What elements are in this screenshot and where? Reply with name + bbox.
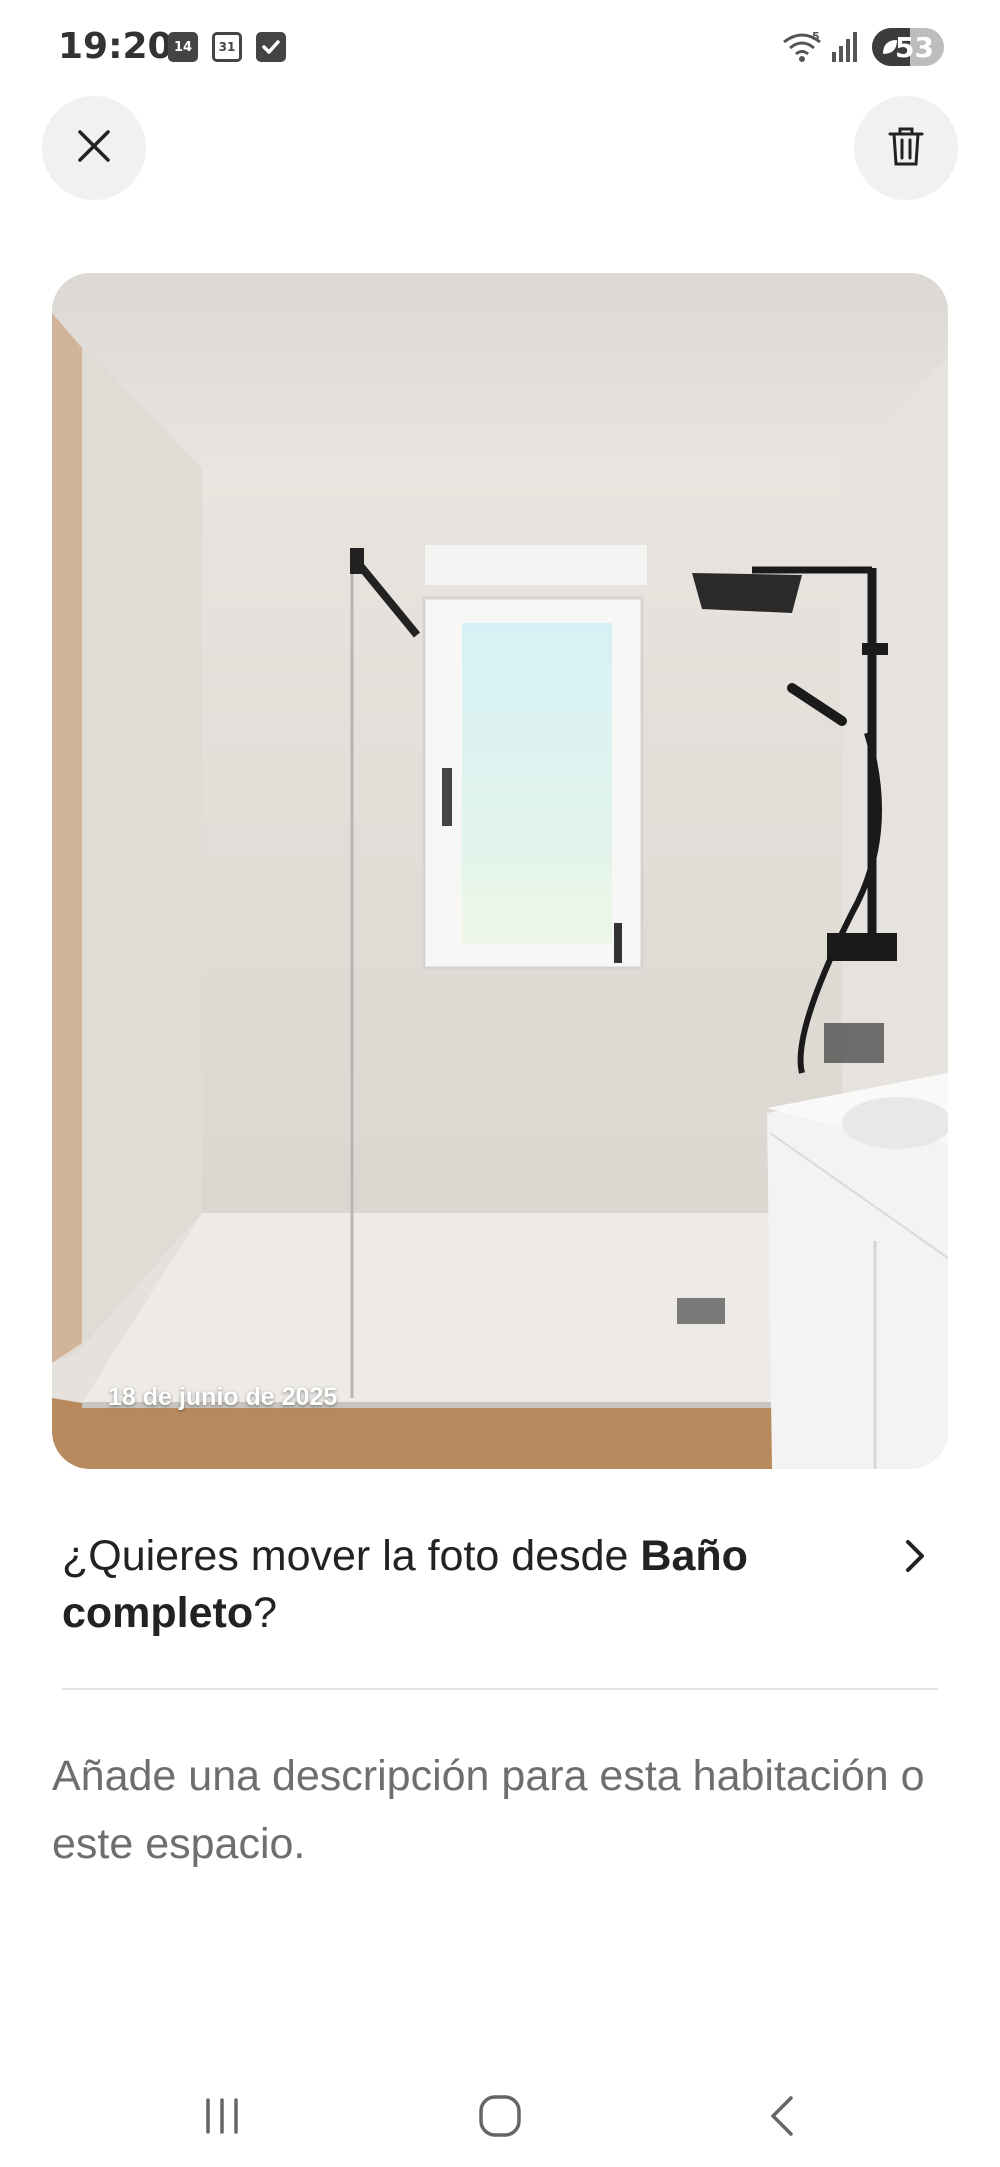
move-prompt-prefix: ¿Quieres mover la foto desde	[62, 1532, 641, 1580]
recents-button[interactable]	[182, 2078, 262, 2158]
photo-date-stamp: 18 de junio de 2025	[108, 1383, 338, 1411]
back-icon	[765, 2094, 799, 2143]
move-photo-row[interactable]: ¿Quieres mover la foto desde Baño comple…	[62, 1528, 938, 1648]
close-button[interactable]	[42, 96, 146, 200]
svg-text:5: 5	[812, 30, 820, 43]
calendar-31-icon: 31	[212, 32, 242, 62]
description-field[interactable]: Añade una descripción para esta habitaci…	[52, 1742, 952, 1878]
status-bar: 19:20 14 31 5 53	[0, 0, 1000, 96]
battery-percentage: 53	[895, 31, 934, 64]
status-time: 19:20	[58, 26, 173, 67]
navigation-bar	[0, 2060, 1000, 2167]
back-button[interactable]	[742, 2078, 822, 2158]
wifi-icon: 5	[782, 30, 822, 69]
bathroom-image	[52, 273, 948, 1469]
home-button[interactable]	[460, 2078, 540, 2158]
home-icon	[477, 2093, 523, 2144]
checkbox-icon	[256, 32, 286, 62]
move-prompt-suffix: ?	[253, 1589, 278, 1637]
signal-icon	[830, 30, 860, 69]
delete-button[interactable]	[854, 96, 958, 200]
room-photo[interactable]: 18 de junio de 2025	[52, 273, 948, 1469]
chevron-right-icon	[900, 1536, 930, 1581]
divider	[62, 1688, 938, 1690]
close-icon	[76, 128, 112, 169]
move-photo-prompt: ¿Quieres mover la foto desde Baño comple…	[62, 1528, 822, 1642]
calendar-icon: 14	[168, 32, 198, 62]
recents-icon	[200, 2094, 244, 2143]
trash-icon	[888, 126, 924, 171]
battery-indicator: 53	[872, 28, 944, 66]
